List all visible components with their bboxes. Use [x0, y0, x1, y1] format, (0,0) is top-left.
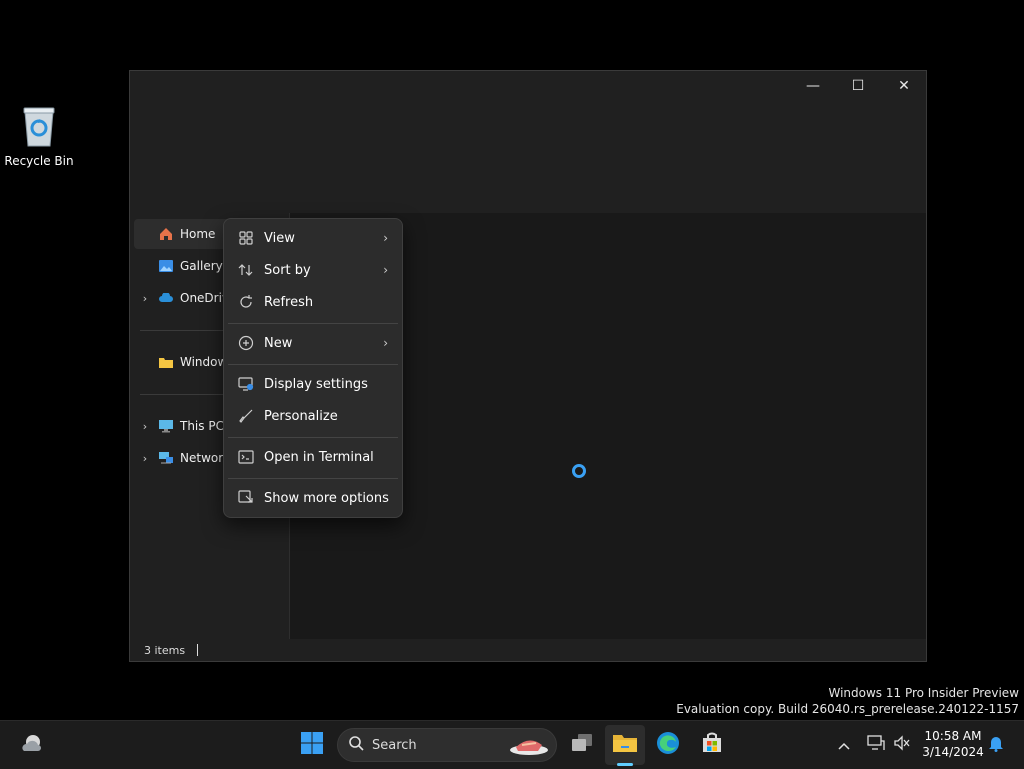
clock-time: 10:58 AM — [924, 729, 982, 743]
maximize-button[interactable]: ☐ — [835, 71, 881, 101]
store-bag-icon — [700, 731, 724, 759]
notifications-button[interactable] — [982, 725, 1010, 765]
menu-item-new[interactable]: New › — [228, 328, 398, 358]
microsoft-store-button[interactable] — [692, 725, 732, 765]
menu-label-new: New — [264, 335, 293, 351]
chevron-right-icon[interactable]: › — [134, 452, 156, 465]
edge-browser-button[interactable] — [648, 725, 688, 765]
search-highlight-icon — [508, 733, 550, 761]
search-placeholder: Search — [372, 737, 417, 753]
menu-divider — [228, 478, 398, 479]
menu-divider — [228, 437, 398, 438]
status-divider — [197, 644, 199, 656]
task-view-button[interactable] — [562, 725, 602, 765]
taskbar-clock[interactable]: 10:58 AM 3/14/2024 — [918, 728, 988, 760]
context-menu: View › Sort by › Refresh New › Display s… — [223, 218, 403, 518]
close-button[interactable]: ✕ — [881, 71, 927, 101]
close-icon: ✕ — [898, 78, 910, 94]
menu-item-sort-by[interactable]: Sort by › — [228, 255, 398, 285]
menu-divider — [228, 364, 398, 365]
menu-label-personalize: Personalize — [264, 408, 338, 424]
chevron-right-icon: › — [383, 336, 388, 350]
weather-cloud-icon — [20, 733, 44, 757]
windows-logo-icon — [300, 731, 324, 759]
grid-icon — [228, 231, 264, 245]
start-button[interactable] — [292, 725, 332, 765]
item-count: 3 items — [144, 643, 186, 657]
volume-button[interactable] — [886, 725, 918, 765]
chevron-right-icon: › — [383, 231, 388, 245]
terminal-icon — [228, 450, 264, 464]
show-more-icon — [228, 490, 264, 506]
clock-date: 3/14/2024 — [922, 745, 984, 759]
onedrive-cloud-icon — [156, 290, 176, 306]
maximize-icon: ☐ — [851, 78, 865, 94]
menu-label-sort-by: Sort by — [264, 262, 311, 278]
show-hidden-icons-button[interactable] — [826, 725, 862, 765]
display-settings-icon — [228, 376, 264, 392]
active-app-indicator — [617, 763, 633, 766]
search-icon — [348, 735, 364, 755]
folder-icon — [156, 354, 176, 370]
recycle-bin-label: Recycle Bin — [4, 154, 74, 168]
taskbar-search-box[interactable]: Search — [337, 728, 557, 762]
menu-item-open-terminal[interactable]: Open in Terminal — [228, 442, 398, 472]
menu-item-view[interactable]: View › — [228, 223, 398, 253]
nav-label-this-pc: This PC — [180, 419, 224, 433]
refresh-icon — [228, 294, 264, 310]
network-icon — [156, 450, 176, 466]
home-icon — [156, 226, 176, 242]
bell-icon — [988, 734, 1004, 756]
title-bar[interactable]: — ☐ ✕ — [130, 71, 926, 103]
chevron-right-icon[interactable]: › — [134, 420, 156, 433]
loading-spinner-icon — [572, 464, 586, 478]
network-monitor-icon — [867, 735, 885, 755]
brush-icon — [228, 408, 264, 424]
taskbar: Search 10:58 AM 3/14/2024 — [0, 720, 1024, 769]
widgets-button[interactable] — [12, 725, 52, 765]
menu-label-view: View — [264, 230, 295, 246]
sort-icon — [228, 263, 264, 277]
desktop-icon-recycle-bin[interactable]: Recycle Bin — [4, 104, 74, 168]
watermark-line-2: Evaluation copy. Build 26040.rs_prerelea… — [676, 702, 1019, 716]
menu-item-refresh[interactable]: Refresh — [228, 287, 398, 317]
task-view-icon — [570, 732, 594, 758]
menu-label-open-terminal: Open in Terminal — [264, 449, 374, 465]
volume-muted-icon — [893, 735, 911, 755]
file-explorer-taskbar-button[interactable] — [605, 725, 645, 765]
chevron-right-icon[interactable]: › — [134, 292, 156, 305]
edge-icon — [656, 731, 680, 759]
chevron-up-icon — [837, 736, 851, 755]
nav-label-home: Home — [180, 227, 216, 241]
chevron-right-icon: › — [383, 263, 388, 277]
folder-icon — [612, 732, 638, 758]
minimize-button[interactable]: — — [790, 71, 836, 101]
recycle-bin-icon — [21, 104, 57, 148]
menu-divider — [228, 323, 398, 324]
menu-item-personalize[interactable]: Personalize — [228, 401, 398, 431]
watermark-line-1: Windows 11 Pro Insider Preview — [828, 686, 1019, 700]
menu-item-show-more-options[interactable]: Show more options — [228, 483, 398, 513]
computer-icon — [156, 418, 176, 434]
gallery-icon — [156, 258, 176, 274]
nav-label-gallery: Gallery — [180, 259, 223, 273]
evaluation-watermark: Windows 11 Pro Insider Preview Evaluatio… — [676, 685, 1019, 717]
menu-item-display-settings[interactable]: Display settings — [228, 369, 398, 399]
status-bar: 3 items — [130, 639, 926, 661]
menu-label-refresh: Refresh — [264, 294, 314, 310]
menu-label-show-more-options: Show more options — [264, 490, 389, 506]
minimize-icon: — — [806, 78, 820, 94]
plus-circle-icon — [228, 335, 264, 351]
toolbar-area — [130, 103, 926, 213]
menu-label-display-settings: Display settings — [264, 376, 368, 392]
